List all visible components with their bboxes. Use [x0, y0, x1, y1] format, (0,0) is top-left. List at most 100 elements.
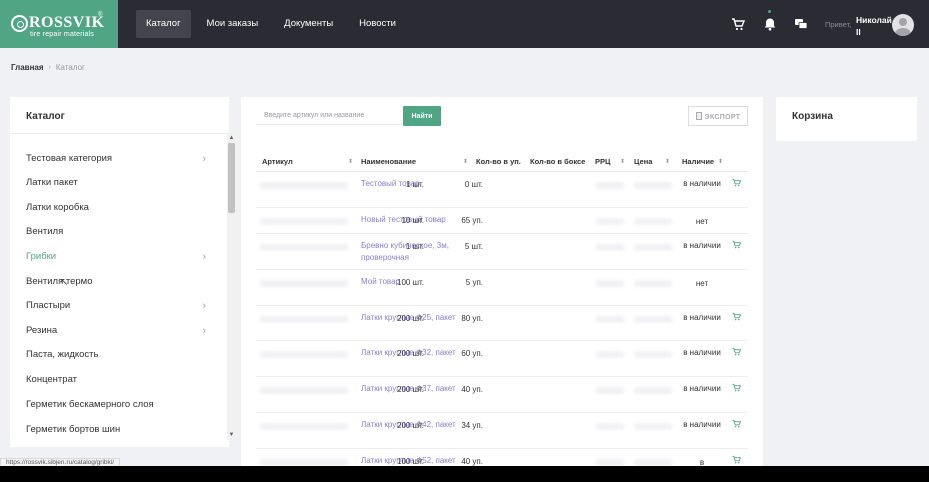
price-value-blurred — [634, 218, 672, 225]
col-header-rrp[interactable]: РРЦ — [595, 157, 610, 166]
scroll-down-arrow-icon[interactable]: ▼ — [228, 431, 235, 439]
availability-status: в наличии — [683, 313, 721, 322]
brand-name: ROSSVIK — [29, 14, 105, 31]
add-to-cart-icon[interactable] — [732, 178, 742, 188]
search-button[interactable]: Найти — [403, 106, 441, 126]
main-nav: Каталог Мои заказы Документы Новости — [136, 10, 406, 38]
chevron-right-icon: › — [202, 300, 206, 312]
category-item[interactable]: Вентиля — [26, 220, 216, 244]
col-header-availability[interactable]: Наличие — [682, 157, 714, 166]
category-item[interactable]: Концентрат — [26, 368, 216, 392]
qty-per-box: 0 шт. — [464, 180, 483, 189]
availability-status: в наличии — [683, 241, 721, 250]
notification-dot — [768, 10, 771, 13]
category-item[interactable]: Герметик бескамерного слоя — [26, 393, 216, 417]
nav-news[interactable]: Новости — [349, 10, 406, 38]
chat-icon[interactable] — [794, 17, 808, 31]
col-header-sku[interactable]: Артикул — [262, 157, 293, 166]
qty-per-box: 5 уп. — [465, 278, 483, 287]
nav-documents[interactable]: Документы — [274, 10, 343, 38]
price-value-blurred — [634, 244, 672, 251]
category-item[interactable]: Латки коробка — [26, 196, 216, 220]
category-label: Грибки — [26, 251, 57, 262]
category-item[interactable]: Паста, жидкость — [26, 343, 216, 367]
add-to-cart-icon[interactable] — [732, 347, 742, 357]
category-item[interactable]: Пластыри › — [26, 294, 216, 318]
catalog-sidebar: Каталог Тестовая категория › Латки пакет … — [10, 97, 236, 447]
availability-status: нет — [695, 279, 709, 288]
sku-value-blurred — [260, 423, 348, 430]
category-item[interactable]: Тестовая категория › — [26, 147, 216, 171]
breadcrumb-current: Каталог — [55, 63, 85, 72]
sort-icon[interactable]: ⬍ — [718, 158, 723, 165]
chevron-right-icon: › — [202, 153, 206, 165]
brand-reg-mark: ® — [98, 12, 103, 18]
col-header-price[interactable]: Цена — [634, 157, 652, 166]
cart-icon[interactable] — [731, 17, 745, 31]
export-label: ЭКСПОРТ — [704, 113, 741, 121]
sku-value-blurred — [260, 316, 348, 323]
qty-per-pack: 100 шт. — [397, 457, 424, 466]
export-button[interactable]: ЭКСПОРТ — [688, 106, 748, 126]
nav-my-orders[interactable]: Мои заказы — [197, 10, 269, 38]
add-to-cart-icon[interactable] — [732, 240, 742, 250]
bell-icon[interactable] — [763, 17, 777, 31]
user-greeting: Привет, — [825, 20, 852, 29]
qty-per-pack: 200 шт. — [397, 314, 424, 323]
breadcrumb-home[interactable]: Главная — [11, 63, 44, 72]
rrp-value-blurred — [596, 244, 624, 251]
availability-status: нет — [695, 217, 709, 226]
logo-emblem-icon — [11, 15, 28, 32]
qty-per-box: 40 уп. — [461, 385, 483, 394]
avatar-body-shape — [895, 28, 911, 36]
scrollbar-thumb[interactable] — [228, 143, 235, 213]
category-label: Латки коробка — [26, 202, 89, 213]
qty-per-box: 80 уп. — [461, 314, 483, 323]
sort-icon[interactable]: ⬍ — [463, 158, 468, 165]
category-label: Тестовая категория — [26, 153, 113, 164]
catalog-title: Каталог — [26, 111, 65, 122]
user-name[interactable]: Николай II — [856, 14, 892, 38]
col-header-box: Кол-во в боксе — [530, 157, 586, 166]
add-to-cart-icon[interactable] — [732, 455, 742, 465]
add-to-cart-icon[interactable] — [732, 312, 742, 322]
category-label: Герметик бортов шин — [26, 424, 121, 435]
rrp-value-blurred — [596, 423, 624, 430]
sku-value-blurred — [260, 351, 348, 358]
price-value-blurred — [634, 316, 672, 323]
rrp-value-blurred — [596, 387, 624, 394]
product-panel: Найти ЭКСПОРТ Артикул ⬍ Наименование ⬍ К… — [241, 97, 763, 477]
qty-per-pack: 10 шт. — [401, 216, 424, 225]
avatar[interactable] — [892, 14, 914, 36]
search-input[interactable] — [256, 107, 402, 125]
breadcrumb: Главная › Каталог — [11, 63, 85, 72]
rrp-value-blurred — [596, 182, 624, 189]
category-item[interactable]: Латки пакет — [26, 171, 216, 195]
qty-per-pack: 1 шт. — [405, 242, 424, 251]
category-item[interactable]: Вентиля термо — [26, 270, 216, 294]
category-item-active[interactable]: Грибки › — [26, 245, 216, 269]
category-label: Паста, жидкость — [26, 349, 99, 360]
price-value-blurred — [634, 387, 672, 394]
sort-icon[interactable]: ⬍ — [620, 158, 625, 165]
avatar-head-shape — [899, 18, 907, 26]
category-label: Пластыри — [26, 300, 71, 311]
add-to-cart-icon[interactable] — [732, 419, 742, 429]
category-item[interactable]: Герметик бортов шин — [26, 418, 216, 440]
table-row: Латки круглые Ф32, пакет 200 шт. 60 уп. в н… — [256, 341, 748, 377]
brand-logo[interactable]: ROSSVIK ® tire repair materials — [0, 0, 118, 48]
sort-icon[interactable]: ⬍ — [348, 158, 353, 165]
qty-per-pack: 100 шт. — [397, 278, 424, 287]
sort-icon[interactable]: ⬍ — [665, 158, 670, 165]
category-item[interactable]: Резина › — [26, 319, 216, 343]
chevron-right-icon: › — [202, 325, 206, 337]
scroll-up-arrow-icon[interactable]: ▲ — [228, 134, 235, 142]
availability-status: в наличии — [683, 384, 721, 393]
add-to-cart-icon[interactable] — [732, 383, 742, 393]
col-header-name[interactable]: Наименование — [361, 157, 416, 166]
nav-catalog[interactable]: Каталог — [136, 10, 191, 38]
sku-value-blurred — [260, 459, 348, 466]
qty-per-box: 60 уп. — [461, 349, 483, 358]
qty-per-pack: 200 шт. — [397, 421, 424, 430]
catalog-scrollbar[interactable]: ▲ ▼ — [227, 134, 236, 440]
